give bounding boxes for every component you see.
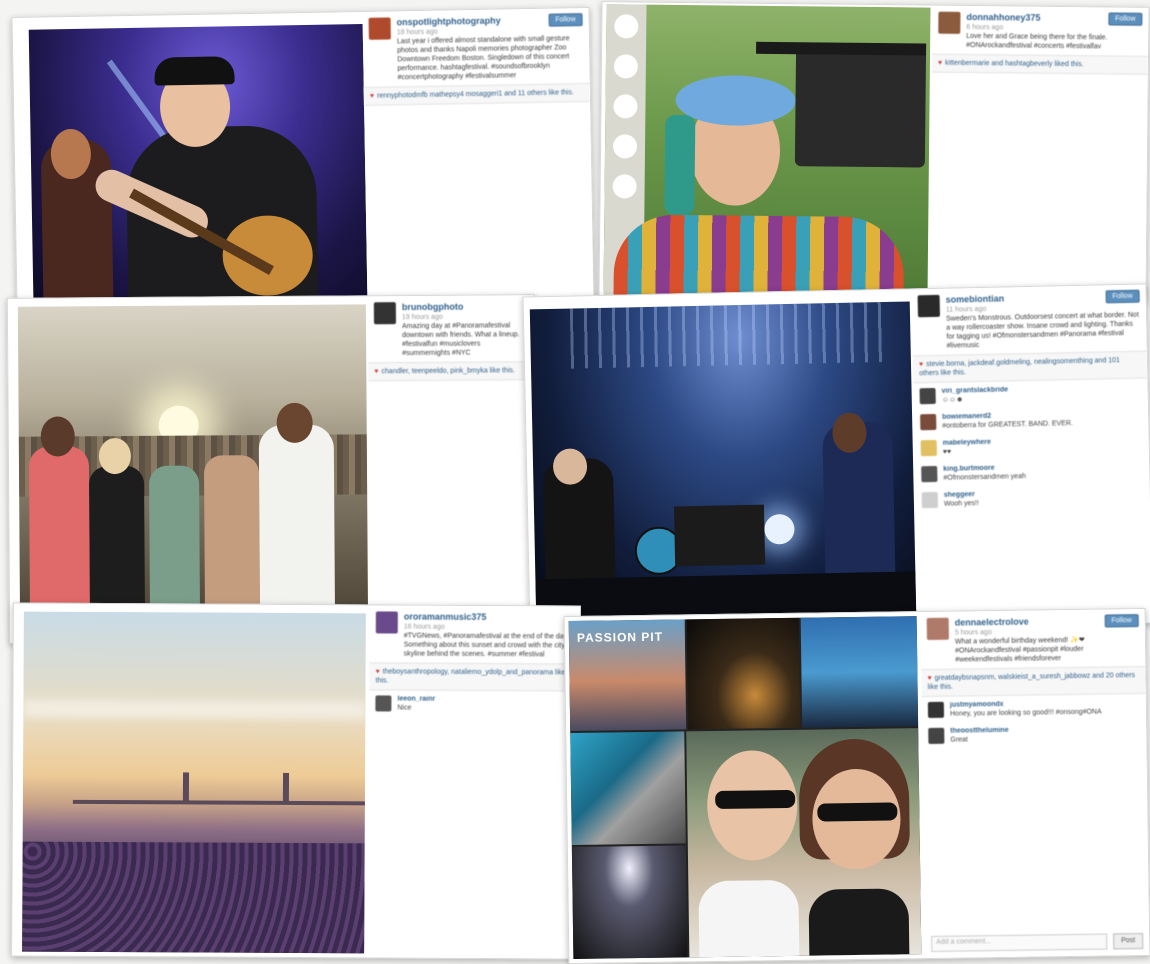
likes-text: chandler, teenpeeldo, pink_bmyka like th… xyxy=(381,367,515,376)
avatar[interactable] xyxy=(375,611,398,634)
post-comment-button[interactable]: Post xyxy=(1113,933,1144,950)
collage-tile: PASSION PIT xyxy=(568,619,687,731)
post-card-3: brunobgphoto 19 hours ago Amazing day at… xyxy=(6,294,538,644)
avatar[interactable] xyxy=(920,413,937,431)
post-caption: Love her and Grace being there for the f… xyxy=(966,32,1108,51)
post-photo-4[interactable] xyxy=(529,301,917,626)
collage-tile xyxy=(686,728,922,958)
comment: sheggeer Wooh yes!! xyxy=(916,482,1150,513)
follow-button[interactable]: Follow xyxy=(1108,12,1143,26)
post-card-5: ororamanmusic375 16 hours ago #TVGNews, … xyxy=(11,602,581,960)
avatar[interactable] xyxy=(927,701,945,719)
post-caption: Last year i offered almost standalone wi… xyxy=(396,35,570,82)
post-sidebar-1: onspotlightphotography 18 hours ago Last… xyxy=(362,7,594,304)
comment: justmyamoondx Honey, you are looking so … xyxy=(922,694,1146,723)
avatar[interactable] xyxy=(919,387,936,405)
avatar[interactable] xyxy=(926,617,949,641)
likes-text: theboysanthropology, nataliemo_ydolp_and… xyxy=(375,668,566,685)
heart-icon[interactable]: ♥ xyxy=(938,60,942,67)
post-card-1: onspotlightphotography 18 hours ago Last… xyxy=(11,6,595,312)
post-sidebar-3: brunobgphoto 19 hours ago Amazing day at… xyxy=(367,295,537,641)
likes-bar: ♥ greatdaybsnapsnm, walskieist_a_suresh_j… xyxy=(921,665,1146,698)
post-card-4: somebiontian 11 hours ago Sweden's Monst… xyxy=(522,283,1150,637)
post-header-6: dennaelectrolove 5 hours ago What a wond… xyxy=(921,609,1146,669)
post-sidebar-2: donnahhoney375 6 hours ago Love her and … xyxy=(929,5,1149,302)
avatar[interactable] xyxy=(921,465,938,483)
post-username[interactable]: brunobgphoto xyxy=(402,301,528,313)
comment: theoostthelumine Great xyxy=(922,720,1146,749)
heart-icon[interactable]: ♥ xyxy=(919,361,923,368)
post-caption: Amazing day at #Panoramafestival downtow… xyxy=(401,322,520,358)
likes-text: kittenbermarie and hashtagbeverly liked … xyxy=(945,59,1084,69)
post-header-2: donnahhoney375 6 hours ago Love her and … xyxy=(932,6,1148,56)
post-header-5: ororamanmusic375 16 hours ago #TVGNews, … xyxy=(370,605,580,663)
likes-bar: ♥ kittenbermarie and hashtagbeverly liked… xyxy=(931,53,1149,75)
avatar[interactable] xyxy=(375,695,392,712)
post-caption: Sweden's Monstrous. Outdoorsest concert … xyxy=(946,311,1139,350)
likes-text: greatdaybsnapsnm, walskieist_a_suresh_ja… xyxy=(927,672,1136,692)
post-photo-1[interactable] xyxy=(28,23,368,306)
likes-bar: ♥ rennyphotodmfb mathepsy4 mosaggeri1 and… xyxy=(363,82,591,106)
avatar[interactable] xyxy=(920,439,937,457)
collage-tile xyxy=(571,845,688,959)
comment-text: Nice xyxy=(397,704,412,712)
follow-button[interactable]: Follow xyxy=(1105,289,1140,304)
post-photo-6[interactable]: PASSION PIT xyxy=(568,616,922,959)
collage-tile xyxy=(570,731,686,845)
post-header-1: onspotlightphotography 18 hours ago Last… xyxy=(362,8,589,87)
avatar[interactable] xyxy=(938,11,961,34)
avatar[interactable] xyxy=(368,17,391,40)
heart-icon[interactable]: ♥ xyxy=(374,368,378,375)
post-caption: What a wonderful birthday weekend! ✨❤ #O… xyxy=(954,636,1085,664)
avatar[interactable] xyxy=(921,491,939,509)
comment-text: Honey, you are looking so good!!! #onson… xyxy=(949,708,1102,718)
likes-bar: ♥ theboysanthropology, nataliemo_ydolp_an… xyxy=(369,662,580,692)
avatar[interactable] xyxy=(928,727,945,744)
post-caption: #TVGNews, #Panoramafestival at the end o… xyxy=(403,632,569,659)
collage-band-text: PASSION PIT xyxy=(576,629,664,645)
heart-icon[interactable]: ♥ xyxy=(927,675,931,682)
likes-text: rennyphotodmfb mathepsy4 mosaggeri1 and … xyxy=(377,89,574,100)
comment: leeon_rainr Nice xyxy=(369,690,579,717)
collage-tile xyxy=(686,617,801,730)
post-sidebar-5: ororamanmusic375 16 hours ago #TVGNews, … xyxy=(368,605,580,959)
post-sidebar-6: dennaelectrolove 5 hours ago What a wond… xyxy=(920,608,1150,959)
post-username[interactable]: ororamanmusic375 xyxy=(404,612,574,624)
collage-tile xyxy=(800,616,919,728)
post-header-3: brunobgphoto 19 hours ago Amazing day at… xyxy=(368,295,534,362)
comment-user[interactable]: leeon_rainr xyxy=(397,695,573,705)
post-card-2: donnahhoney375 6 hours ago Love her and … xyxy=(598,1,1150,303)
likes-text: stevie.borna, jackdeaf.goldmeling, neali… xyxy=(919,357,1121,378)
post-photo-5[interactable] xyxy=(22,611,366,954)
post-card-6: PASSION PIT dennaelectrolove 5 hours ago… xyxy=(563,607,1150,964)
follow-button[interactable]: Follow xyxy=(1104,614,1139,628)
comment-input[interactable]: Add a comment... xyxy=(931,933,1108,952)
post-photo-2[interactable] xyxy=(603,4,931,300)
avatar[interactable] xyxy=(917,294,941,318)
follow-button[interactable]: Follow xyxy=(548,13,583,27)
post-photo-3[interactable] xyxy=(17,304,369,617)
avatar[interactable] xyxy=(373,302,396,325)
post-sidebar-4: somebiontian 11 hours ago Sweden's Monst… xyxy=(911,284,1150,628)
heart-icon[interactable]: ♥ xyxy=(370,93,374,100)
likes-bar: ♥ chandler, teenpeeldo, pink_bmyka like t… xyxy=(368,361,535,382)
heart-icon[interactable]: ♥ xyxy=(376,668,380,675)
post-header-4: somebiontian 11 hours ago Sweden's Monst… xyxy=(911,285,1146,356)
